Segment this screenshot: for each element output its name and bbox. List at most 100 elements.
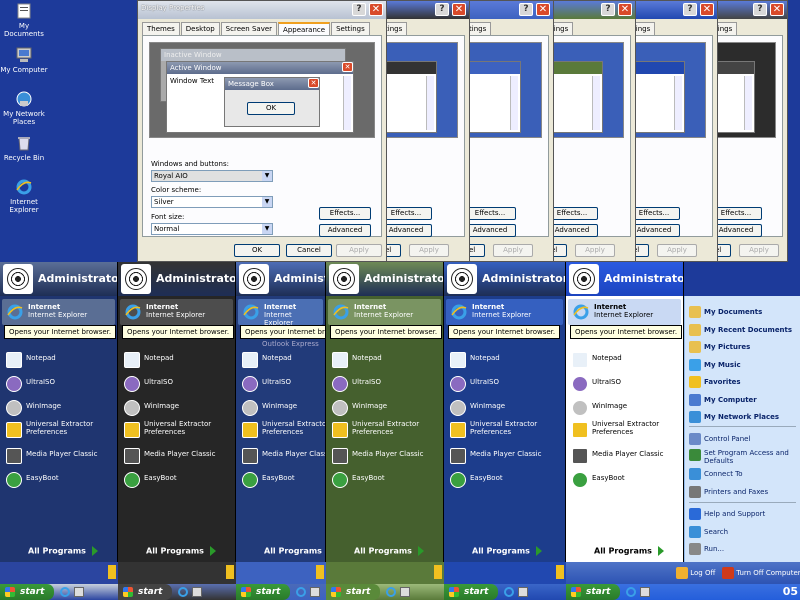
color-scheme-select[interactable]: Silver ▼ xyxy=(151,196,273,208)
windows-buttons-select[interactable]: Royal AIO ▼ xyxy=(151,170,273,182)
effects-button[interactable]: Effects... xyxy=(380,207,432,220)
close-button[interactable]: ✕ xyxy=(536,3,550,16)
all-programs-button[interactable]: All Programs xyxy=(354,546,424,556)
start-button[interactable]: start xyxy=(444,584,498,600)
avatar[interactable] xyxy=(329,264,359,294)
right-column-item[interactable]: Control Panel xyxy=(689,433,750,445)
help-button[interactable]: ? xyxy=(753,3,767,16)
desktop-icon-ie[interactable]: Internet Explorer xyxy=(0,178,48,214)
start-button[interactable]: start xyxy=(566,584,620,600)
display-properties-window[interactable]: Display Properties? ✕ Themes Desktop Screen … xyxy=(137,0,387,262)
quick-launch-desktop-icon[interactable] xyxy=(310,587,320,597)
help-button[interactable]: ? xyxy=(352,3,366,16)
title-bar[interactable]: ? ✕ xyxy=(375,1,469,19)
apply-button[interactable]: Apply xyxy=(739,244,779,257)
desktop-icon-my-network[interactable]: My Network Places xyxy=(0,90,48,126)
advanced-button[interactable]: Advanced xyxy=(319,224,371,237)
quick-launch-desktop-icon[interactable] xyxy=(192,587,202,597)
all-programs-button[interactable]: All Programs xyxy=(146,546,216,556)
right-column-item[interactable]: My Music xyxy=(689,359,741,371)
effects-button[interactable]: Effects... xyxy=(464,207,516,220)
pinned-internet-item[interactable]: Internet Internet Explorer xyxy=(446,299,563,325)
apply-button[interactable]: Apply xyxy=(336,244,382,257)
start-button[interactable]: start xyxy=(236,584,290,600)
font-size-select[interactable]: Normal ▼ xyxy=(151,223,273,235)
pinned-internet-item[interactable]: Internet Internet Explorer xyxy=(568,299,681,325)
start-button[interactable]: start xyxy=(118,584,172,600)
pinned-internet-item[interactable]: Internet Internet Explorer xyxy=(328,299,441,325)
display-properties-window[interactable]: ?✕ettingsEffects...AdvancedncelApply xyxy=(451,0,554,262)
title-bar[interactable]: Display Properties? ✕ xyxy=(138,1,386,19)
help-button[interactable]: ? xyxy=(435,3,449,16)
right-column-item[interactable]: My Documents xyxy=(689,306,762,318)
quick-launch-ie-icon[interactable] xyxy=(296,587,306,597)
quick-launch-desktop-icon[interactable] xyxy=(640,587,650,597)
title-bar[interactable]: ? ✕ xyxy=(541,1,635,19)
title-bar[interactable]: ? ✕ xyxy=(459,1,553,19)
apply-button[interactable]: Apply xyxy=(575,244,615,257)
quick-launch-desktop-icon[interactable] xyxy=(518,587,528,597)
avatar[interactable] xyxy=(121,264,151,294)
right-column-item[interactable]: My Network Places xyxy=(689,411,779,423)
apply-button[interactable]: Apply xyxy=(409,244,449,257)
desktop-icon-my-documents[interactable]: My Documents xyxy=(0,2,48,38)
effects-button[interactable]: Effects... xyxy=(319,207,371,220)
list-item[interactable]: Outlook Express xyxy=(262,340,319,348)
right-column-item[interactable]: Printers and Faxes xyxy=(689,486,768,498)
right-column-item[interactable]: Search xyxy=(689,526,728,538)
quick-launch-ie-icon[interactable] xyxy=(504,587,514,597)
right-column-item[interactable]: Help and Support xyxy=(689,508,765,520)
quick-launch-ie-icon[interactable] xyxy=(178,587,188,597)
cancel-button[interactable]: Cancel xyxy=(286,244,332,257)
quick-launch-ie-icon[interactable] xyxy=(386,587,396,597)
help-button[interactable]: ? xyxy=(601,3,615,16)
tab-settings[interactable]: Settings xyxy=(331,22,370,35)
quick-launch-ie-icon[interactable] xyxy=(60,587,70,597)
right-column-item[interactable]: My Pictures xyxy=(689,341,750,353)
help-button[interactable]: ? xyxy=(519,3,533,16)
start-button[interactable]: start xyxy=(326,584,380,600)
help-button[interactable]: ? xyxy=(683,3,697,16)
display-properties-window[interactable]: ?✕ettingsEffects...AdvancedncelApply xyxy=(615,0,718,262)
pinned-internet-item[interactable]: Internet Internet Explorer xyxy=(238,299,323,327)
turn-off-button[interactable]: Turn Off Computer xyxy=(722,567,800,579)
all-programs-button[interactable]: All Programs xyxy=(28,546,98,556)
desktop-icon-recycle-bin[interactable]: Recycle Bin xyxy=(0,134,48,162)
tab-desktop[interactable]: Desktop xyxy=(180,22,220,35)
advanced-button[interactable]: Advanced xyxy=(380,224,432,237)
all-programs-button[interactable]: All Programs xyxy=(472,546,542,556)
right-column-item[interactable]: Run... xyxy=(689,543,724,555)
display-properties-window[interactable]: ?✕ettingsEffects...AdvancedncelApply xyxy=(533,0,636,262)
tab-appearance[interactable]: Appearance xyxy=(278,22,331,35)
avatar[interactable] xyxy=(3,264,33,294)
quick-launch-desktop-icon[interactable] xyxy=(74,587,84,597)
all-programs-button[interactable]: All Programs xyxy=(594,546,664,556)
right-column-item[interactable]: Favorites xyxy=(689,376,741,388)
quick-launch-desktop-icon[interactable] xyxy=(400,587,410,597)
avatar[interactable] xyxy=(569,264,599,294)
close-button[interactable]: ✕ xyxy=(700,3,714,16)
apply-button[interactable]: Apply xyxy=(657,244,697,257)
avatar[interactable] xyxy=(447,264,477,294)
close-button[interactable]: ✕ xyxy=(770,3,784,16)
desktop-icon-my-computer[interactable]: My Computer xyxy=(0,46,48,74)
ok-button[interactable]: OK xyxy=(234,244,280,257)
right-column-item[interactable]: My Recent Documents xyxy=(689,324,792,336)
display-properties-window[interactable]: ?✕ettingsEffects...AdvancedncelApply xyxy=(367,0,470,262)
tab-screen-saver[interactable]: Screen Saver xyxy=(220,22,278,35)
apply-button[interactable]: Apply xyxy=(493,244,533,257)
quick-launch-ie-icon[interactable] xyxy=(626,587,636,597)
close-button[interactable]: ✕ xyxy=(452,3,466,16)
right-column-item[interactable]: Set Program Access and Defaults xyxy=(689,449,790,465)
right-column-item[interactable]: My Computer xyxy=(689,394,757,406)
close-button[interactable]: ✕ xyxy=(369,3,383,16)
pinned-internet-item[interactable]: Internet Internet Explorer xyxy=(120,299,233,325)
tab-themes[interactable]: Themes xyxy=(142,22,180,35)
title-bar[interactable]: ? ✕ xyxy=(623,1,717,19)
pinned-internet-item[interactable]: Internet Internet Explorer xyxy=(2,299,115,325)
log-off-button[interactable]: Log Off xyxy=(676,567,715,579)
start-button[interactable]: start xyxy=(0,584,54,600)
all-programs-button[interactable]: All Programs xyxy=(264,546,325,556)
right-column-item[interactable]: Connect To xyxy=(689,468,743,480)
advanced-button[interactable]: Advanced xyxy=(464,224,516,237)
